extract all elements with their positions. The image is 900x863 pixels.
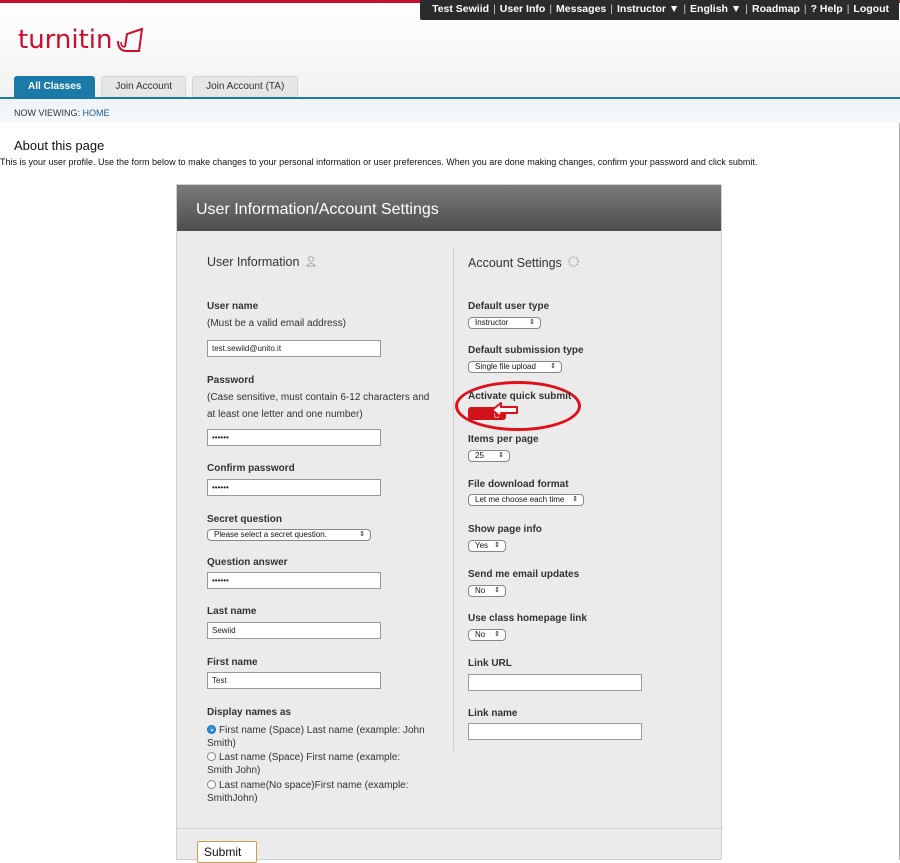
confirm-password-label: Confirm password	[207, 463, 295, 474]
tab-bar: All Classes Join Account Join Account (T…	[14, 76, 304, 97]
left-arrow-annotation-icon	[491, 402, 518, 418]
secret-question-label: Secret question	[207, 514, 283, 525]
class-homepage-link-select[interactable]: No ⇕	[468, 629, 506, 641]
select-arrows-icon: ⇕	[494, 542, 500, 549]
gear-icon	[568, 256, 580, 267]
display-names-label: Display names as	[207, 707, 291, 718]
select-arrows-icon: ⇕	[359, 531, 365, 538]
display-option-lastfirst-nospace[interactable]: Last name(No space)First name (example: …	[207, 779, 427, 805]
confirm-password-input[interactable]: ••••••	[207, 479, 381, 496]
radio-selected-icon[interactable]	[207, 725, 216, 734]
file-download-format-value: Let me choose each time	[475, 495, 565, 504]
tab-join-account[interactable]: Join Account	[101, 76, 187, 97]
tab-join-account-ta[interactable]: Join Account (TA)	[192, 76, 299, 97]
display-option-label: First name (Space) Last name (example: J…	[207, 725, 425, 749]
page: turnitin Test Sewiid | User Info | Messages |…	[0, 0, 900, 863]
nav-role-dropdown[interactable]: Instructor ▼	[617, 3, 679, 15]
display-option-label: Last name (Space) First name (example: S…	[207, 752, 401, 776]
secret-question-select[interactable]: Please select a secret question. ⇕	[207, 529, 371, 541]
radio-unselected-icon[interactable]	[207, 752, 216, 761]
password-label: Password	[207, 375, 255, 386]
link-url-label: Link URL	[468, 658, 512, 669]
select-arrows-icon: ⇕	[498, 452, 504, 459]
username-hint: (Must be a valid email address)	[207, 318, 346, 329]
first-name-input[interactable]: Test	[207, 672, 381, 689]
class-homepage-link-value: No	[475, 630, 486, 639]
send-email-updates-label: Send me email updates	[468, 569, 580, 580]
breadcrumb-home-link[interactable]: HOME	[83, 108, 110, 118]
items-per-page-value: 25	[475, 451, 484, 460]
select-arrows-icon: ⇕	[494, 631, 500, 638]
select-arrows-icon: ⇕	[572, 496, 578, 503]
activate-quick-submit-label: Activate quick submit	[468, 391, 572, 402]
send-email-updates-value: No	[475, 586, 486, 595]
username-input[interactable]: test.sewiid@unito.it	[207, 340, 381, 357]
last-name-input[interactable]: Sewiid	[207, 622, 381, 639]
nav-messages[interactable]: Messages	[556, 3, 606, 15]
user-info-title: User Information	[207, 255, 300, 269]
select-arrows-icon: ⇕	[529, 319, 535, 326]
link-name-input[interactable]	[468, 723, 642, 740]
link-url-input[interactable]	[468, 674, 642, 691]
send-email-updates-select[interactable]: No ⇕	[468, 585, 506, 597]
password-input[interactable]: ••••••	[207, 429, 381, 446]
nav-user-info[interactable]: User Info	[500, 3, 546, 15]
items-per-page-select[interactable]: 25 ⇕	[468, 450, 510, 462]
file-download-format-label: File download format	[468, 479, 569, 490]
nav-roadmap[interactable]: Roadmap	[752, 3, 800, 15]
password-hint: (Case sensitive, must contain 6-12 chara…	[207, 392, 430, 420]
file-download-format-select[interactable]: Let me choose each time ⇕	[468, 494, 584, 506]
turnitin-logo[interactable]: turnitin	[18, 25, 145, 55]
display-option-first-last[interactable]: First name (Space) Last name (example: J…	[207, 724, 427, 750]
show-page-info-label: Show page info	[468, 524, 542, 535]
breadcrumb-prefix: NOW VIEWING:	[14, 108, 83, 118]
logo-text: turnitin	[18, 25, 113, 55]
select-arrows-icon: ⇕	[494, 587, 500, 594]
class-homepage-link-label: Use class homepage link	[468, 613, 587, 624]
default-user-type-value: Instructor	[475, 318, 509, 327]
items-per-page-label: Items per page	[468, 434, 539, 445]
default-submission-type-value: Single file upload	[475, 362, 536, 371]
radio-unselected-icon[interactable]	[207, 780, 216, 789]
select-arrows-icon: ⇕	[550, 363, 556, 370]
first-name-label: First name	[207, 657, 258, 668]
column-divider	[453, 247, 454, 751]
panel-title: User Information/Account Settings	[177, 185, 721, 231]
link-name-label: Link name	[468, 708, 518, 719]
default-submission-type-label: Default submission type	[468, 345, 584, 356]
account-settings-heading: Account Settings	[468, 255, 580, 270]
default-user-type-label: Default user type	[468, 301, 550, 312]
nav-logout[interactable]: Logout	[853, 3, 889, 15]
username-label: User name	[207, 301, 259, 312]
question-answer-label: Question answer	[207, 557, 288, 568]
page-description: This is your user profile. Use the form …	[0, 157, 758, 167]
page-title: About this page	[14, 138, 105, 153]
account-settings-title: Account Settings	[468, 256, 562, 270]
logo-mark-icon	[116, 27, 143, 52]
secret-question-value: Please select a secret question.	[214, 530, 327, 539]
user-info-heading: User Information	[207, 255, 317, 269]
last-name-label: Last name	[207, 606, 257, 617]
nav-user-name[interactable]: Test Sewiid	[432, 3, 489, 15]
nav-language-dropdown[interactable]: English ▼	[690, 3, 741, 15]
person-icon	[305, 256, 317, 267]
default-submission-type-select[interactable]: Single file upload ⇕	[468, 361, 562, 373]
display-option-label: Last name(No space)First name (example: …	[207, 780, 409, 804]
nav-help[interactable]: ? Help	[811, 3, 843, 15]
tab-all-classes[interactable]: All Classes	[14, 76, 96, 97]
top-navigation: Test Sewiid | User Info | Messages | Instructo…	[420, 0, 899, 20]
breadcrumb: NOW VIEWING: HOME	[0, 99, 900, 123]
question-answer-input[interactable]: ••••••	[207, 572, 381, 589]
show-page-info-value: Yes	[475, 541, 489, 550]
display-option-last-first[interactable]: Last name (Space) First name (example: S…	[207, 751, 427, 777]
settings-panel: User Information/Account Settings User I…	[176, 184, 723, 863]
default-user-type-select[interactable]: Instructor ⇕	[468, 317, 541, 329]
show-page-info-select[interactable]: Yes ⇕	[468, 540, 506, 552]
footer-divider	[177, 828, 723, 829]
